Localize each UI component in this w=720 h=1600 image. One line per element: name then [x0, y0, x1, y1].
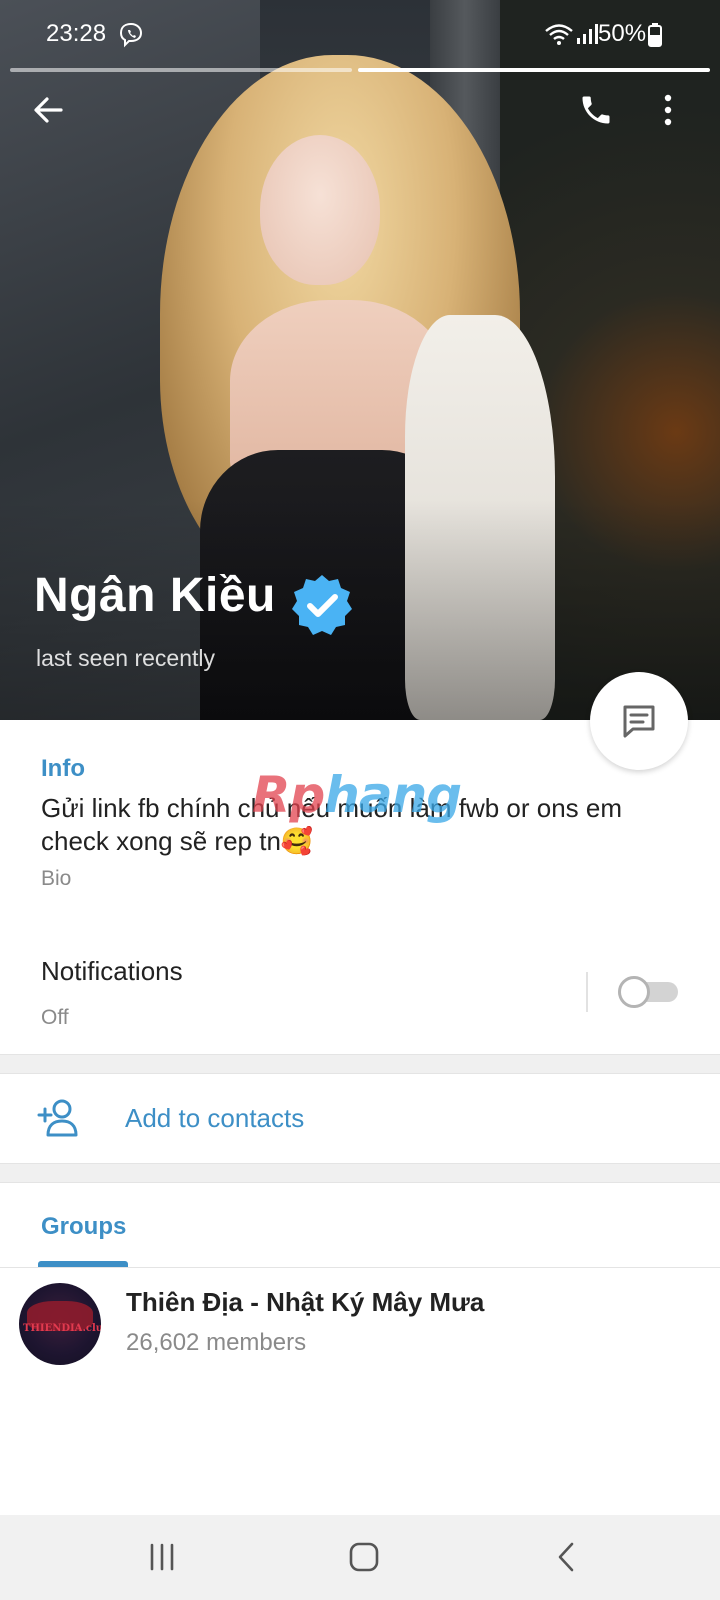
add-person-icon: [37, 1099, 78, 1137]
section-separator: [0, 1163, 720, 1183]
profile-name: Ngân Kiều: [34, 569, 276, 622]
bio-label: Bio: [41, 867, 72, 890]
signal-icon: [577, 24, 598, 44]
viber-icon: [119, 22, 143, 48]
message-button[interactable]: [590, 672, 688, 770]
group-name: Thiên Địa - Nhật Ký Mây Mưa: [126, 1287, 485, 1317]
home-icon: [349, 1542, 379, 1572]
toggle-knob: [618, 976, 650, 1008]
more-vertical-icon: [664, 94, 672, 126]
watermark-logo: Rphang: [252, 766, 462, 824]
groups-section: Groups THIENDIA.club Thiên Địa - Nhật Ký…: [0, 1183, 720, 1515]
photo-progress-segment: [10, 68, 352, 72]
photo-progress-segment-active: [358, 68, 710, 72]
status-time: 23:28: [46, 20, 107, 47]
message-icon: [623, 705, 655, 738]
recents-icon: [150, 1543, 174, 1571]
battery-icon: [648, 23, 662, 47]
group-avatar-text: THIENDIA.club: [23, 1323, 101, 1334]
notifications-value: Off: [41, 1006, 69, 1029]
add-to-contacts-label: Add to contacts: [125, 1103, 305, 1133]
info-section-title: Info: [41, 755, 85, 782]
verified-badge-icon: [292, 575, 352, 635]
system-back-button[interactable]: [536, 1533, 596, 1581]
notifications-title[interactable]: Notifications: [41, 956, 183, 987]
status-bar: 23:28 50%: [0, 0, 720, 68]
group-member-count: 26,602 members: [126, 1329, 307, 1356]
recents-button[interactable]: [132, 1533, 192, 1581]
watermark-part-a: Rp: [252, 766, 325, 824]
battery-percent: 50%: [598, 20, 647, 47]
back-button[interactable]: [20, 82, 76, 138]
add-to-contacts-button[interactable]: Add to contacts: [0, 1075, 720, 1163]
last-seen-status: last seen recently: [36, 645, 215, 671]
divider: [0, 1267, 720, 1268]
divider: [586, 972, 588, 1012]
section-separator: [0, 1054, 720, 1074]
watermark-part-b: hang: [324, 766, 462, 824]
phone-icon: [582, 96, 610, 124]
more-options-button[interactable]: [640, 82, 696, 138]
photo-subject: [260, 135, 380, 285]
wifi-icon: [545, 24, 573, 45]
group-avatar: THIENDIA.club: [19, 1283, 101, 1365]
system-navigation-bar: [0, 1515, 720, 1600]
notifications-toggle[interactable]: [618, 976, 678, 1008]
tab-groups[interactable]: Groups: [41, 1213, 126, 1241]
profile-photo[interactable]: 23:28 50% Ngân Kiều last seen recently: [0, 0, 720, 720]
call-button[interactable]: [568, 82, 624, 138]
home-button[interactable]: [334, 1533, 394, 1581]
chevron-left-icon: [558, 1542, 574, 1572]
back-arrow-icon: [34, 97, 63, 123]
group-list-item[interactable]: THIENDIA.club Thiên Địa - Nhật Ký Mây Mư…: [0, 1277, 720, 1377]
